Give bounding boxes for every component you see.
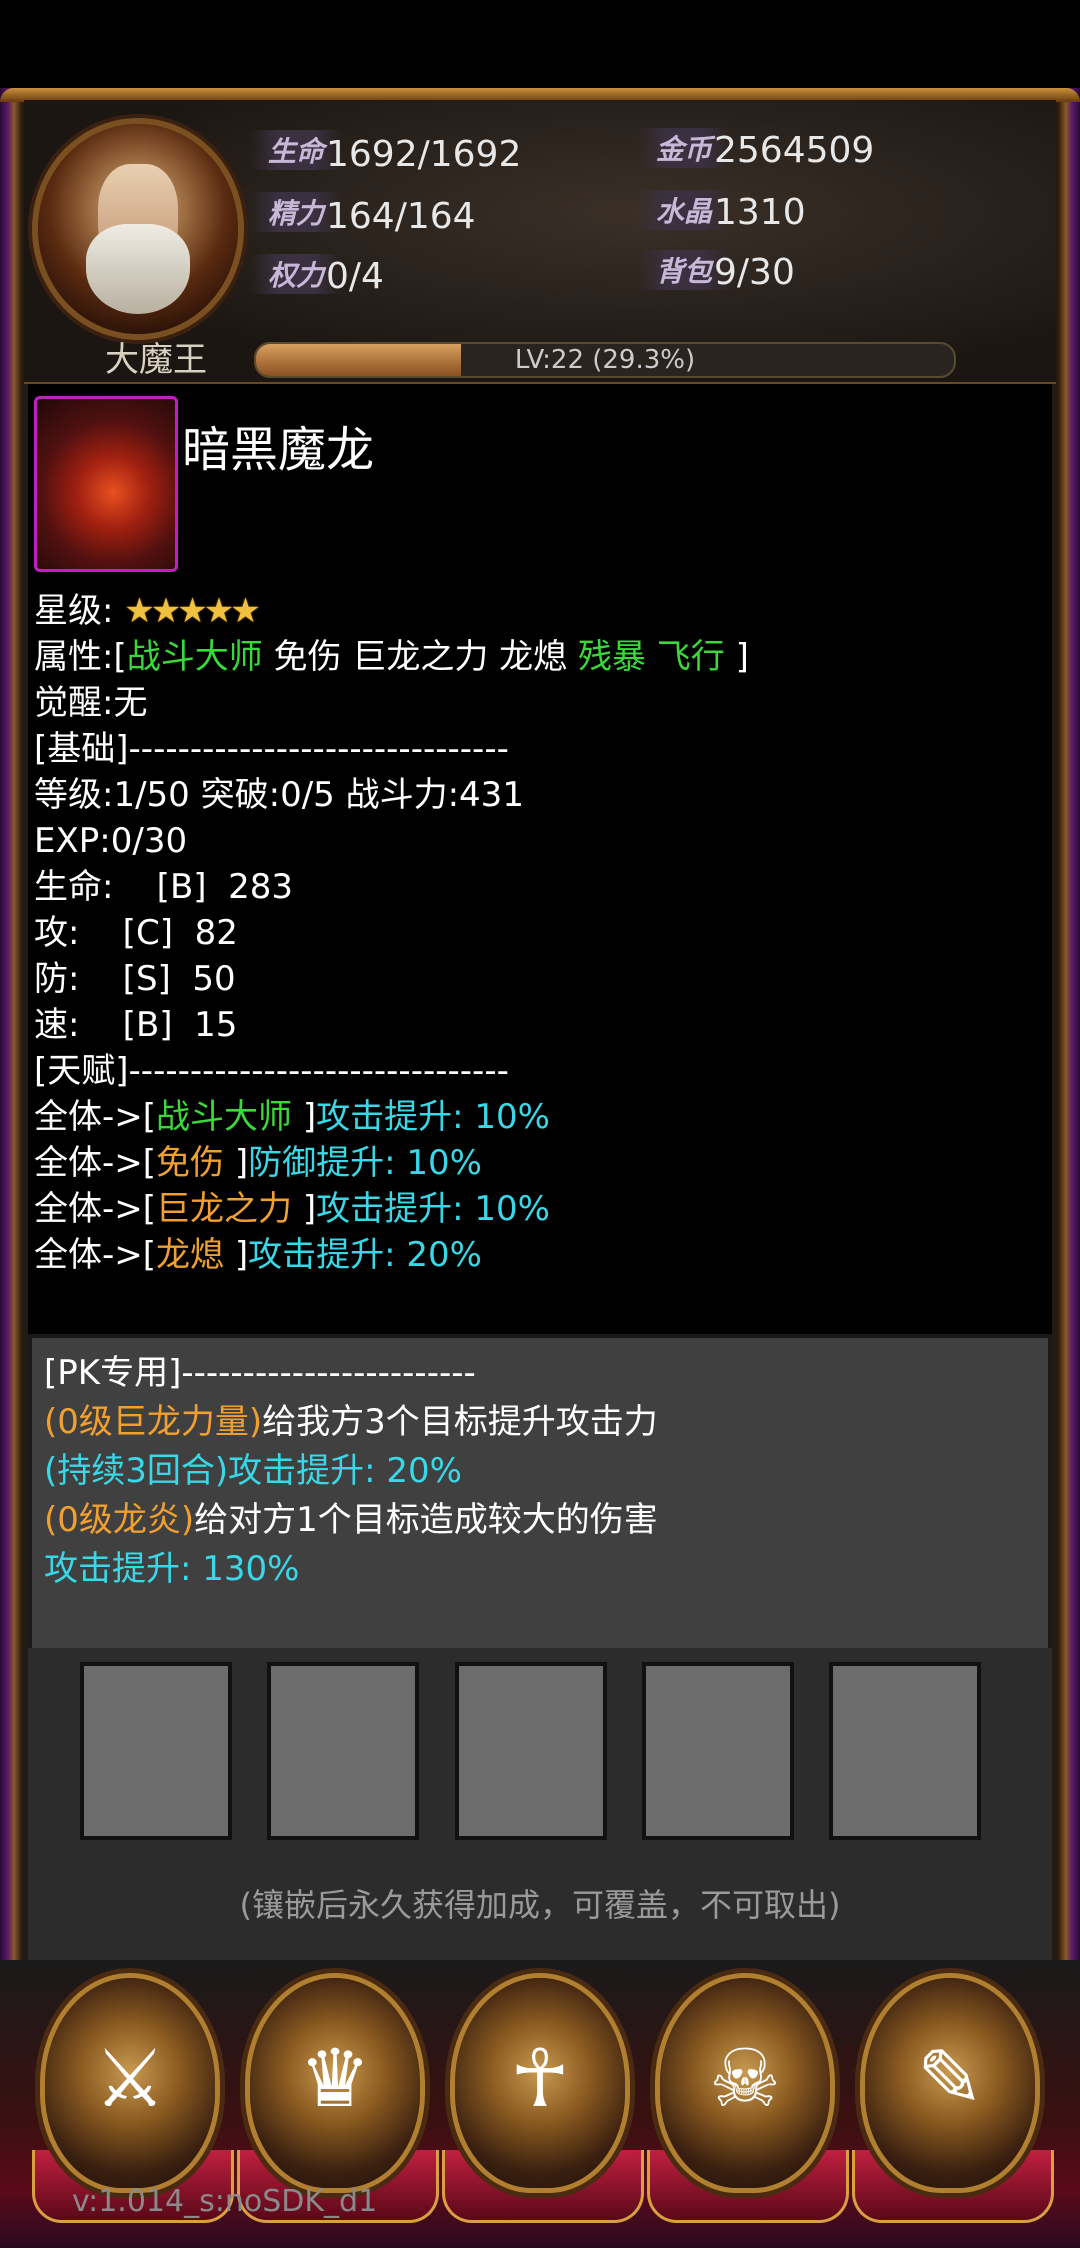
talent-prefix: 全体->[ (34, 1097, 157, 1137)
atk-line: 攻: [C] 82 (34, 913, 238, 953)
power-value: 0/4 (326, 256, 384, 297)
slot-hint: (镶嵌后永久获得加成，可覆盖，不可取出) (239, 1886, 841, 1924)
crystal-value: 1310 (714, 192, 806, 233)
nav-treasure-button[interactable]: ☠ (660, 1978, 830, 2188)
talent-prefix: 全体->[ (34, 1143, 157, 1183)
attr-green-1: 战斗大师 (126, 637, 263, 677)
pk-skill-2: (0级龙炎)给对方1个目标造成较大的伤害 (44, 1497, 658, 1543)
spd-line: 速: [B] 15 (34, 1005, 238, 1045)
attribute-row: 属性:[战斗大师 免伤 巨龙之力 龙熄 残暴 飞行 ] (34, 634, 749, 680)
talent-effect: 攻击提升: 20% (248, 1235, 482, 1275)
basic-header: [基础]------------------------------- (34, 729, 509, 769)
talent-effect: 攻击提升: 10% (316, 1189, 550, 1229)
gem-slot-1[interactable] (80, 1662, 232, 1840)
talent-name: 龙熄 (156, 1235, 225, 1275)
talent-name: 免伤 (156, 1143, 225, 1183)
gem-slot-4[interactable] (642, 1662, 794, 1840)
dragon-item-icon[interactable] (34, 396, 178, 572)
nav-book-button[interactable]: ✎ (865, 1978, 1035, 2188)
gem-slot-3[interactable] (455, 1662, 607, 1840)
pk-skill-panel: [PK专用]------------------------ (0级巨龙力量)给… (32, 1338, 1048, 1648)
def-line: 防: [S] 50 (34, 959, 236, 999)
spell-book-icon: ✎ (916, 2032, 984, 2125)
nav-hero-button[interactable]: ♛ (250, 1978, 420, 2188)
armor-sword-icon: ⚔ (94, 2032, 166, 2125)
talent-close: ] (292, 1189, 317, 1229)
talent-name: 巨龙之力 (156, 1189, 293, 1229)
nav-character-button[interactable]: ☥ (455, 1978, 625, 2188)
level-text: LV:22 (29.3%) (514, 345, 696, 375)
level-progress-bar: LV:22 (29.3%) (254, 342, 956, 378)
talent-name: 战斗大师 (156, 1097, 293, 1137)
exp-line: EXP:0/30 (34, 821, 188, 861)
star-label: 星级: (34, 591, 114, 631)
energy-value: 164/164 (326, 196, 476, 237)
pk-header: [PK专用]------------------------ (44, 1353, 476, 1393)
bag-value: 9/30 (714, 252, 795, 293)
talent-header: [天赋]------------------------------- (34, 1051, 509, 1091)
skill-2-desc: 给对方1个目标造成较大的伤害 (194, 1500, 658, 1540)
player-avatar[interactable] (38, 124, 238, 334)
hp-value: 1692/1692 (326, 134, 522, 175)
awaken-line: 觉醒:无 (34, 683, 148, 723)
talent-prefix: 全体->[ (34, 1235, 157, 1275)
item-name: 暗黑魔龙 (182, 422, 375, 478)
talent-row: 全体->[战斗大师 ]攻击提升: 10% (34, 1094, 550, 1140)
gem-slot-5[interactable] (829, 1662, 981, 1840)
talent-close: ] (292, 1097, 317, 1137)
talent-effect: 攻击提升: 10% (316, 1097, 550, 1137)
player-name: 大魔王 (105, 340, 207, 380)
hp-line: 生命: [B] 283 (34, 867, 294, 907)
talent-close: ] (224, 1143, 249, 1183)
skill-1-desc: 给我方3个目标提升攻击力 (262, 1402, 658, 1442)
skill-1-effect: (持续3回合)攻击提升: 20% (44, 1451, 462, 1491)
star-rating-icon: ★★★★★ (124, 591, 260, 631)
talent-row: 全体->[免伤 ]防御提升: 10% (34, 1140, 482, 1186)
attr-white: 免伤 巨龙之力 龙熄 (262, 637, 578, 677)
skill-1-name: (0级巨龙力量) (44, 1402, 263, 1442)
talent-close: ] (224, 1235, 249, 1275)
talent-row: 全体->[巨龙之力 ]攻击提升: 10% (34, 1186, 550, 1232)
avatar-beard (86, 224, 190, 314)
skill-2-effect: 攻击提升: 130% (44, 1549, 300, 1589)
attr-suffix: ] (724, 637, 749, 677)
golden-helmet-icon: ♛ (299, 2032, 371, 2125)
hero-portrait-icon: ☥ (510, 2032, 570, 2125)
pk-skill-1: (0级巨龙力量)给我方3个目标提升攻击力 (44, 1399, 658, 1445)
gold-value: 2564509 (714, 130, 875, 171)
attr-green-2: 残暴 飞行 (577, 637, 725, 677)
talent-row: 全体->[龙熄 ]攻击提升: 20% (34, 1232, 482, 1278)
level-line: 等级:1/50 突破:0/5 战斗力:431 (34, 775, 524, 815)
version-label: v:1.014_s:noSDK_d1 (72, 2184, 378, 2219)
attr-prefix: 属性:[ (34, 637, 127, 677)
talent-effect: 防御提升: 10% (248, 1143, 482, 1183)
treasure-chest-icon: ☠ (709, 2032, 781, 2125)
nav-equipment-button[interactable]: ⚔ (45, 1978, 215, 2188)
skill-2-name: (0级龙炎) (44, 1500, 195, 1540)
gem-slot-2[interactable] (267, 1662, 419, 1840)
star-row: 星级: ★★★★★ (34, 588, 261, 634)
talent-prefix: 全体->[ (34, 1189, 157, 1229)
